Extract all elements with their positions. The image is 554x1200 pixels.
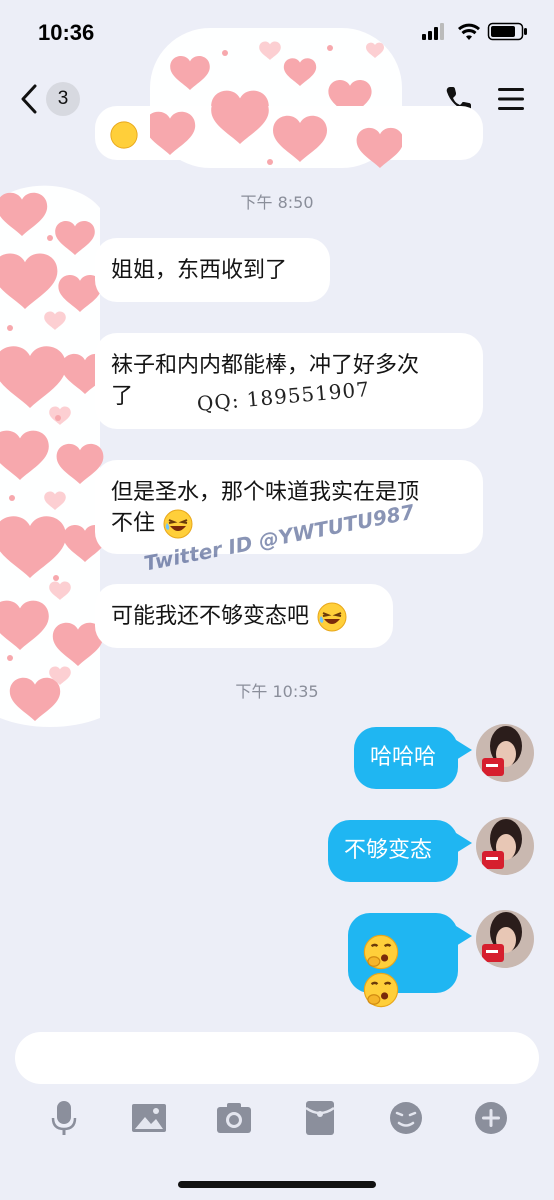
laugh-cry-emoji-icon — [317, 602, 347, 632]
avatar-photo — [476, 910, 534, 968]
input-toolbar — [0, 1098, 554, 1138]
signal-icon — [422, 23, 444, 40]
message-text-line: 不住 — [111, 511, 156, 536]
avatar[interactable] — [476, 910, 534, 968]
avatar-photo — [476, 724, 534, 782]
image-icon[interactable] — [129, 1098, 169, 1138]
menu-icon[interactable] — [496, 84, 526, 114]
hearts-pattern-left — [0, 185, 104, 727]
message-bubble-partial — [95, 106, 483, 160]
incoming-message: 袜子和内内都能棒，冲了好多次 了 — [95, 333, 483, 429]
home-indicator[interactable] — [178, 1181, 376, 1188]
status-time: 10:36 — [38, 20, 95, 45]
incoming-message: 可能我还不够变态吧 — [95, 584, 393, 648]
message-timestamp: 下午 10:35 — [235, 682, 319, 701]
wifi-icon — [458, 23, 480, 40]
avatar-photo — [476, 817, 534, 875]
outgoing-message — [348, 913, 458, 1008]
bubble-tail — [456, 833, 472, 853]
emoji-face-icon — [110, 121, 138, 149]
chevron-left-icon — [21, 84, 37, 114]
bubble-tail — [456, 740, 472, 760]
red-packet-icon[interactable] — [300, 1098, 340, 1138]
status-icons — [422, 22, 527, 41]
message-text: 不够变态 — [344, 838, 433, 863]
microphone-icon[interactable] — [44, 1098, 84, 1138]
emoji-icon[interactable] — [386, 1098, 426, 1138]
battery-icon — [487, 22, 527, 41]
camera-icon[interactable] — [214, 1098, 254, 1138]
bubble-tail — [456, 926, 472, 946]
avatar[interactable] — [476, 724, 534, 782]
plus-icon[interactable] — [471, 1098, 511, 1138]
unread-count-badge: 3 — [46, 82, 80, 116]
thinking-emoji-icon — [363, 972, 399, 1008]
back-button[interactable]: 3 — [20, 80, 90, 120]
message-timestamp: 下午 8:50 — [240, 193, 314, 212]
outgoing-message: 不够变态 — [328, 820, 458, 882]
message-text: 可能我还不够变态吧 — [111, 604, 310, 629]
message-input[interactable] — [15, 1032, 539, 1084]
message-text-line: 但是圣水，那个味道我实在是顶 — [111, 480, 420, 505]
message-text: 姐姐，东西收到了 — [111, 258, 288, 283]
incoming-message: 姐姐，东西收到了 — [95, 238, 330, 302]
message-text: 哈哈哈 — [370, 745, 437, 770]
laugh-cry-emoji-icon — [163, 509, 193, 539]
avatar[interactable] — [476, 817, 534, 875]
status-bar: 10:36 — [0, 0, 554, 60]
message-text-line: 袜子和内内都能棒，冲了好多次 — [111, 353, 420, 378]
input-area — [0, 1018, 554, 1200]
thinking-emoji-icon — [363, 934, 399, 970]
outgoing-message: 哈哈哈 — [354, 727, 458, 789]
